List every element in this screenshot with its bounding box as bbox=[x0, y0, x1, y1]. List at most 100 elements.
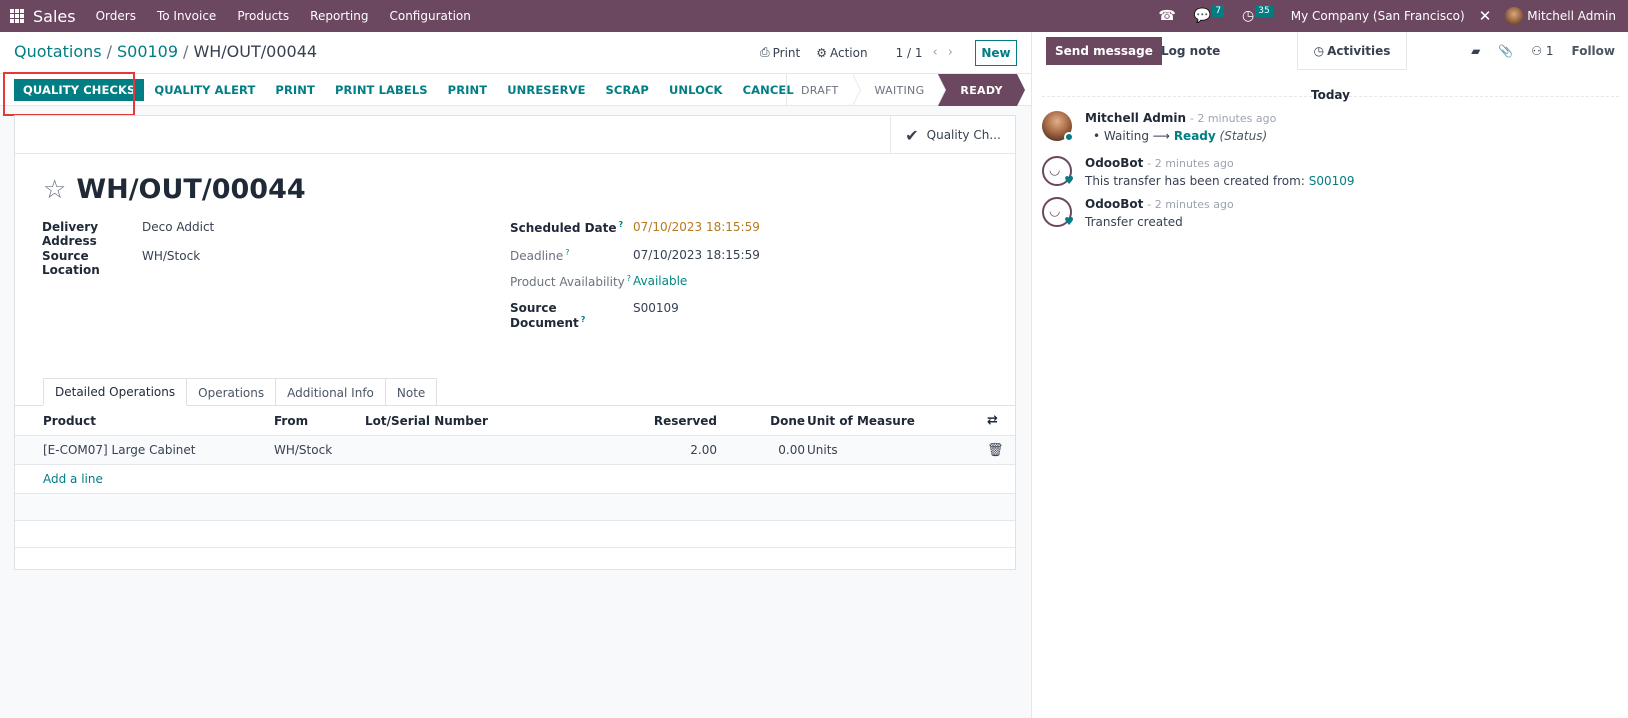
print-button-2[interactable]: PRINT bbox=[438, 79, 498, 101]
source-location-value[interactable]: WH/Stock bbox=[142, 249, 200, 277]
message-author[interactable]: OdooBot bbox=[1085, 156, 1143, 170]
scheduled-date-value[interactable]: 07/10/2023 18:15:59 bbox=[633, 220, 760, 235]
checkmark-icon: ✔ bbox=[905, 125, 919, 145]
help-icon[interactable]: ? bbox=[581, 315, 586, 324]
quality-alert-button[interactable]: QUALITY ALERT bbox=[144, 79, 265, 101]
phone-icon[interactable]: ☎ bbox=[1158, 8, 1175, 24]
cell-product: [E-COM07] Large Cabinet bbox=[43, 443, 196, 457]
delivery-address-value[interactable]: Deco Addict bbox=[142, 220, 214, 248]
messages-button[interactable]: 💬 7 bbox=[1194, 5, 1225, 24]
pager-value[interactable]: 1 / 1 bbox=[896, 46, 923, 60]
breadcrumb-sale-order[interactable]: S00109 bbox=[117, 42, 178, 61]
action-menu-button[interactable]: ⚙ Action bbox=[816, 46, 867, 60]
tab-operations[interactable]: Operations bbox=[186, 378, 277, 406]
printer-icon: ⎙ bbox=[760, 45, 770, 59]
column-uom[interactable]: Unit of Measure bbox=[807, 406, 915, 435]
source-document-value[interactable]: S00109 bbox=[633, 301, 679, 330]
menu-orders[interactable]: Orders bbox=[96, 9, 136, 23]
menu-to-invoice[interactable]: To Invoice bbox=[157, 9, 216, 23]
company-switcher[interactable]: My Company (San Francisco) bbox=[1291, 9, 1465, 23]
paperclip-icon[interactable]: 📎 bbox=[1498, 44, 1513, 58]
scheduled-date-field: Scheduled Date? 07/10/2023 18:15:59 bbox=[510, 220, 760, 235]
unreserve-button[interactable]: UNRESERVE bbox=[497, 79, 595, 101]
app-name[interactable]: Sales bbox=[33, 7, 76, 26]
menu-configuration[interactable]: Configuration bbox=[389, 9, 470, 23]
avatar[interactable]: ◡ ♥ bbox=[1042, 156, 1074, 187]
help-icon[interactable]: ? bbox=[619, 220, 624, 229]
new-button[interactable]: New bbox=[975, 40, 1017, 66]
column-reserved[interactable]: Reserved bbox=[654, 406, 717, 435]
apps-menu-icon[interactable] bbox=[10, 9, 24, 23]
move-lines-table: Product From Lot/Serial Number Reserved … bbox=[15, 406, 1015, 548]
message-time: - 2 minutes ago bbox=[1189, 112, 1277, 125]
odoobot-face-icon: ◡ bbox=[1049, 163, 1061, 178]
followers-button[interactable]: ⚇ 1 bbox=[1531, 44, 1553, 58]
tab-additional-info[interactable]: Additional Info bbox=[275, 378, 386, 406]
source-location-field: Source Location WH/Stock bbox=[42, 249, 200, 277]
add-line-link[interactable]: Add a line bbox=[43, 465, 103, 493]
trash-icon[interactable]: 🗑 bbox=[987, 436, 1004, 464]
field-label: Source Document bbox=[510, 301, 579, 330]
book-icon[interactable]: ▰ bbox=[1471, 44, 1480, 58]
field-label: Deadline bbox=[510, 249, 564, 263]
stage-draft[interactable]: DRAFT bbox=[787, 74, 861, 106]
stage-ready[interactable]: READY bbox=[938, 74, 1025, 106]
column-from[interactable]: From bbox=[274, 406, 308, 435]
heart-icon: ♥ bbox=[1064, 174, 1074, 187]
pager-next-icon[interactable]: › bbox=[948, 45, 953, 60]
message-author[interactable]: OdooBot bbox=[1085, 197, 1143, 211]
send-message-button[interactable]: Send message bbox=[1046, 37, 1162, 65]
stage-chevron bbox=[1016, 74, 1025, 106]
message-time: - 2 minutes ago bbox=[1147, 198, 1234, 211]
stage-waiting[interactable]: WAITING bbox=[853, 74, 947, 106]
tab-detailed-operations[interactable]: Detailed Operations bbox=[43, 378, 188, 406]
column-lot[interactable]: Lot/Serial Number bbox=[365, 406, 488, 435]
activities-button[interactable]: ◷ Activities bbox=[1297, 32, 1407, 70]
activities-label: Activities bbox=[1327, 43, 1391, 58]
product-availability-field: Product Availability? Available bbox=[510, 274, 687, 289]
quality-checks-button[interactable]: QUALITY CHECKS bbox=[14, 79, 145, 101]
unlock-button[interactable]: UNLOCK bbox=[659, 79, 733, 101]
clock-icon: ◷ bbox=[1313, 43, 1325, 58]
breadcrumb-quotations[interactable]: Quotations bbox=[14, 42, 102, 61]
chatter-topbar: Send message Log note ◷ Activities ▰ 📎 ⚇… bbox=[1032, 32, 1628, 70]
quality-checks-smart-button[interactable]: ✔ Quality Ch... bbox=[890, 116, 1015, 154]
pager-previous-icon[interactable]: ‹ bbox=[933, 45, 938, 60]
help-icon[interactable]: ? bbox=[565, 248, 569, 257]
column-done[interactable]: Done bbox=[770, 406, 805, 435]
menu-reporting[interactable]: Reporting bbox=[310, 9, 368, 23]
print-labels-button[interactable]: PRINT LABELS bbox=[325, 79, 438, 101]
print-menu-button[interactable]: ⎙ Print bbox=[760, 45, 800, 60]
menu-products[interactable]: Products bbox=[237, 9, 289, 23]
breadcrumb: Quotations / S00109/WH/OUT/00044 bbox=[14, 42, 317, 61]
follow-button[interactable]: Follow bbox=[1571, 44, 1615, 58]
print-label: Print bbox=[772, 45, 801, 60]
message-author[interactable]: Mitchell Admin bbox=[1085, 111, 1186, 125]
scrap-button[interactable]: SCRAP bbox=[596, 79, 659, 101]
tracking-new-value: Ready bbox=[1173, 129, 1216, 143]
odoobot-face-icon: ◡ bbox=[1049, 204, 1061, 219]
tracking-old-value: Waiting bbox=[1103, 129, 1149, 143]
form-view: Quotations / S00109/WH/OUT/00044 ⎙ Print ⚙ A… bbox=[0, 32, 1072, 718]
optional-columns-icon[interactable]: ⇄ bbox=[987, 406, 998, 435]
help-icon[interactable]: ? bbox=[627, 274, 631, 283]
empty-row bbox=[15, 521, 1015, 548]
user-menu[interactable]: Mitchell Admin bbox=[1527, 9, 1616, 23]
tools-icon[interactable]: ✕ bbox=[1479, 7, 1492, 25]
star-icon[interactable]: ☆ bbox=[43, 177, 66, 203]
print-button[interactable]: PRINT bbox=[265, 79, 325, 101]
status-bar: QUALITY CHECKS QUALITY ALERT PRINT PRINT… bbox=[0, 72, 1072, 116]
table-row[interactable]: [E-COM07] Large Cabinet WH/Stock 2.00 0.… bbox=[15, 436, 1015, 465]
tab-note[interactable]: Note bbox=[384, 378, 438, 406]
message-link[interactable]: S00109 bbox=[1309, 174, 1355, 188]
user-avatar[interactable] bbox=[1505, 7, 1524, 25]
log-note-button[interactable]: Log note bbox=[1152, 37, 1229, 65]
avatar[interactable]: ◡ ♥ bbox=[1042, 197, 1074, 227]
avatar[interactable] bbox=[1042, 111, 1074, 142]
activities-button[interactable]: ◷ 35 bbox=[1242, 5, 1273, 24]
online-status-icon bbox=[1064, 132, 1074, 142]
notebook-tabs: Detailed Operations Operations Additiona… bbox=[43, 378, 438, 406]
empty-row bbox=[15, 494, 1015, 521]
add-line-row: Add a line bbox=[15, 465, 1015, 494]
column-product[interactable]: Product bbox=[43, 406, 96, 435]
